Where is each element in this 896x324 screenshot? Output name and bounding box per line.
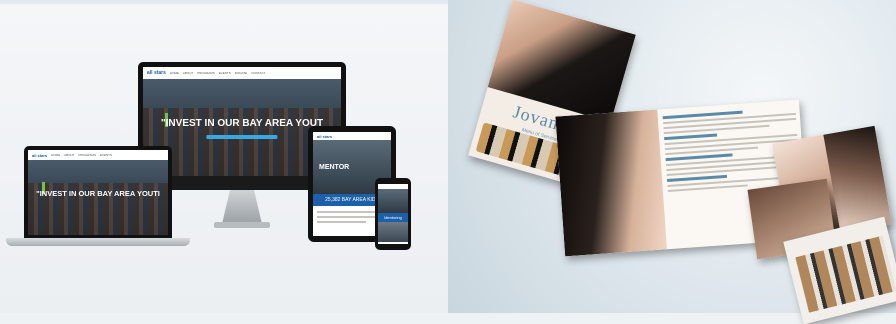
nav-item[interactable]: HOME (170, 71, 179, 75)
monitor-base (214, 222, 270, 228)
laptop-hero: "INVEST IN OUR BAY AREA YOUTI (28, 160, 168, 235)
phone-photo (378, 222, 408, 242)
nav-item[interactable]: HOME (51, 153, 60, 157)
desktop-nav: all stars HOME ABOUT PROGRAMS EVENTS DON… (143, 67, 341, 79)
laptop-screen: all stars HOME ABOUT PROGRAMS EVENTS "IN… (28, 150, 168, 235)
nav-item[interactable]: ABOUT (183, 71, 193, 75)
laptop: all stars HOME ABOUT PROGRAMS EVENTS "IN… (24, 146, 172, 238)
phone-hero (378, 189, 408, 213)
website-mockup-panel: all stars HOME ABOUT PROGRAMS EVENTS DON… (0, 0, 448, 313)
site-logo: all stars (147, 70, 166, 76)
monitor-stand (222, 190, 262, 224)
nav-item[interactable]: CONTACT (251, 71, 265, 75)
nav-item[interactable]: DONATE (235, 71, 247, 75)
phone: Mentoring (375, 178, 411, 250)
laptop-nav: all stars HOME ABOUT PROGRAMS EVENTS (28, 150, 168, 160)
nav-item[interactable]: PROGRAMS (197, 71, 215, 75)
tablet-hero-title: MENTOR (319, 164, 350, 171)
laptop-base (6, 238, 190, 246)
brushes-photo (795, 235, 896, 313)
hero-button[interactable] (206, 135, 278, 140)
site-logo: all stars (32, 152, 48, 158)
tablet-nav: all stars (313, 132, 391, 140)
model-photo (555, 109, 668, 257)
nav-item[interactable]: PROGRAMS (78, 153, 96, 157)
top-strip (0, 0, 448, 4)
site-logo: all stars (317, 133, 333, 139)
nav-item[interactable]: EVENTS (100, 153, 112, 157)
phone-banner: Mentoring (378, 213, 408, 222)
phone-screen: Mentoring (378, 184, 408, 244)
hero-headline: "INVEST IN OUR BAY AREA YOUTI (36, 188, 160, 198)
nav-item[interactable]: EVENTS (219, 71, 231, 75)
nav-item[interactable]: ABOUT (64, 153, 74, 157)
